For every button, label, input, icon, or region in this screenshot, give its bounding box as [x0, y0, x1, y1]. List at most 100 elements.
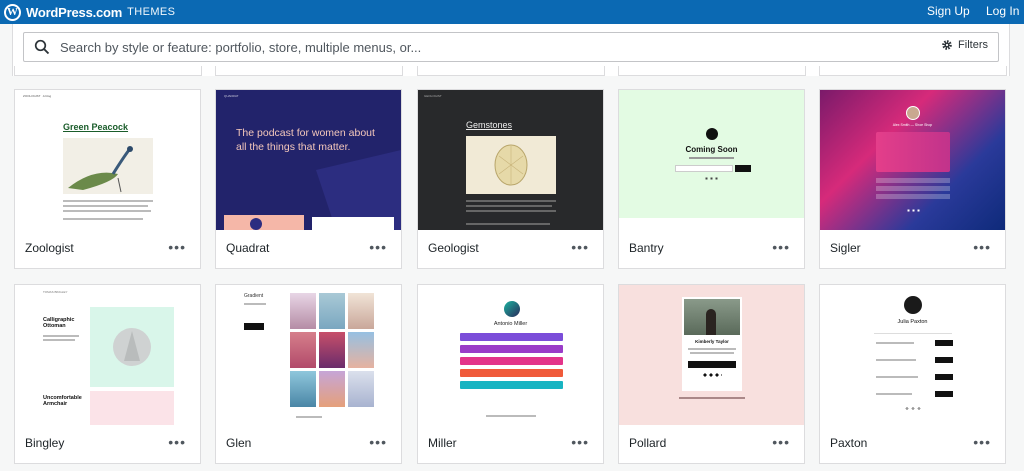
- more-options-icon[interactable]: •••: [168, 240, 186, 254]
- preview-link-button: [460, 381, 563, 389]
- preview-nav: GEOLOGIST: [424, 94, 442, 98]
- preview-email-field: [675, 165, 733, 172]
- filters-label: Filters: [958, 39, 988, 51]
- more-options-icon[interactable]: •••: [571, 435, 589, 449]
- theme-preview[interactable]: ZOOLOGIST A blog Green Peacock: [15, 90, 200, 230]
- theme-preview[interactable]: QUADRAT The podcast for women about all …: [216, 90, 401, 230]
- preview-text: [689, 157, 734, 159]
- search-input[interactable]: [60, 36, 880, 58]
- more-options-icon[interactable]: •••: [973, 240, 991, 254]
- theme-card-pollard[interactable]: Kimberly Taylor Pollard •••: [618, 284, 805, 464]
- gradient-grid: [290, 293, 378, 409]
- preview-title: Gradient: [244, 293, 264, 299]
- previous-row-card: [215, 66, 403, 76]
- more-options-icon[interactable]: •••: [369, 435, 387, 449]
- preview-button: [935, 357, 953, 363]
- preview-button: [935, 391, 953, 397]
- gradient-tile: [348, 293, 374, 329]
- preview-image: [90, 391, 174, 425]
- divider: [874, 333, 952, 334]
- bantry-logo-icon: [706, 128, 718, 140]
- gradient-tile: [319, 293, 345, 329]
- gear-icon: [942, 40, 952, 50]
- signup-link[interactable]: Sign Up: [927, 4, 970, 18]
- search-box[interactable]: Filters: [23, 32, 999, 62]
- preview-text: [876, 376, 918, 378]
- preview-title: The podcast for women about all the thin…: [236, 127, 375, 154]
- theme-preview[interactable]: Coming Soon: [619, 90, 804, 230]
- preview-text: [466, 210, 556, 212]
- more-options-icon[interactable]: •••: [973, 435, 991, 449]
- gradient-tile: [319, 371, 345, 407]
- theme-preview[interactable]: Julia Paxton: [820, 285, 1005, 425]
- theme-name[interactable]: Paxton: [830, 436, 867, 450]
- previous-row-card: [14, 66, 202, 76]
- preview-text: [688, 348, 736, 350]
- theme-name[interactable]: Pollard: [629, 436, 666, 450]
- preview-photo: [684, 299, 740, 335]
- gradient-tile: [290, 293, 316, 329]
- theme-name[interactable]: Sigler: [830, 241, 861, 255]
- theme-preview[interactable]: Alex Smith — Shoe Shop: [820, 90, 1005, 230]
- theme-card-bantry[interactable]: Coming Soon Bantry •••: [618, 89, 805, 269]
- theme-name[interactable]: Bantry: [629, 241, 664, 255]
- theme-preview[interactable]: Antonio Miller: [418, 285, 603, 425]
- preview-title: Alex Smith — Shoe Shop: [892, 123, 933, 127]
- preview-subscribe-button: [735, 165, 751, 172]
- preview-title: Coming Soon: [685, 145, 738, 154]
- theme-card-sigler[interactable]: Alex Smith — Shoe Shop Sigler •••: [819, 89, 1006, 269]
- theme-preview[interactable]: TOMAS BINGLEY Calligraphic Ottoman Uncom…: [15, 285, 200, 425]
- more-options-icon[interactable]: •••: [772, 240, 790, 254]
- preview-footer: [619, 218, 804, 230]
- preview-hero-image: [876, 132, 950, 172]
- filters-button[interactable]: Filters: [941, 39, 988, 51]
- login-link[interactable]: Log In: [986, 4, 1019, 18]
- theme-card-quadrat[interactable]: QUADRAT The podcast for women about all …: [215, 89, 402, 269]
- theme-name[interactable]: Glen: [226, 436, 251, 450]
- theme-preview[interactable]: Gradient: [216, 285, 401, 425]
- preview-text: [43, 339, 75, 341]
- theme-card-miller[interactable]: Antonio Miller Miller •••: [417, 284, 604, 464]
- brand-link[interactable]: W WordPress.com THEMES: [4, 3, 175, 21]
- avatar: [904, 296, 922, 314]
- preview-text: [876, 342, 914, 344]
- preview-footer-text: [296, 416, 322, 418]
- person-silhouette: [706, 309, 716, 335]
- preview-nav: ZOOLOGIST A blog: [23, 94, 52, 98]
- theme-preview[interactable]: GEOLOGIST Gemstones: [418, 90, 603, 230]
- preview-link-button: [876, 178, 950, 183]
- preview-title: Gemstones: [466, 120, 513, 130]
- more-options-icon[interactable]: •••: [571, 240, 589, 254]
- theme-card-paxton[interactable]: Julia Paxton Paxton •••: [819, 284, 1006, 464]
- previous-row-card: [417, 66, 605, 76]
- theme-name[interactable]: Bingley: [25, 436, 64, 450]
- preview-text: [63, 205, 148, 207]
- preview-text: [876, 359, 916, 361]
- masterbar: W WordPress.com THEMES Sign Up Log In: [0, 0, 1024, 24]
- peacock-illustration: [63, 138, 153, 194]
- theme-card-geologist[interactable]: GEOLOGIST Gemstones Geologist •••: [417, 89, 604, 269]
- wordpress-logo-icon: W: [4, 3, 21, 21]
- brand-name: WordPress.com: [26, 4, 123, 20]
- preview-text: [466, 223, 550, 225]
- theme-preview[interactable]: Kimberly Taylor: [619, 285, 804, 425]
- preview-title: Calligraphic Ottoman: [43, 317, 75, 330]
- preview-image: [90, 307, 174, 387]
- theme-card-zoologist[interactable]: ZOOLOGIST A blog Green Peacock Zoologist…: [14, 89, 201, 269]
- gradient-tile: [290, 332, 316, 368]
- preview-title: Green Peacock: [63, 122, 129, 132]
- theme-card-glen[interactable]: Gradient Glen •••: [215, 284, 402, 464]
- more-options-icon[interactable]: •••: [168, 435, 186, 449]
- more-options-icon[interactable]: •••: [369, 240, 387, 254]
- preview-link-button: [460, 333, 563, 341]
- theme-name[interactable]: Quadrat: [226, 241, 269, 255]
- theme-name[interactable]: Geologist: [428, 241, 479, 255]
- preview-text: [876, 393, 912, 395]
- theme-name[interactable]: Zoologist: [25, 241, 74, 255]
- preview-text: [63, 210, 151, 212]
- more-options-icon[interactable]: •••: [772, 435, 790, 449]
- gradient-tile: [348, 332, 374, 368]
- theme-card-bingley[interactable]: TOMAS BINGLEY Calligraphic Ottoman Uncom…: [14, 284, 201, 464]
- preview-text: [690, 352, 734, 354]
- theme-name[interactable]: Miller: [428, 436, 457, 450]
